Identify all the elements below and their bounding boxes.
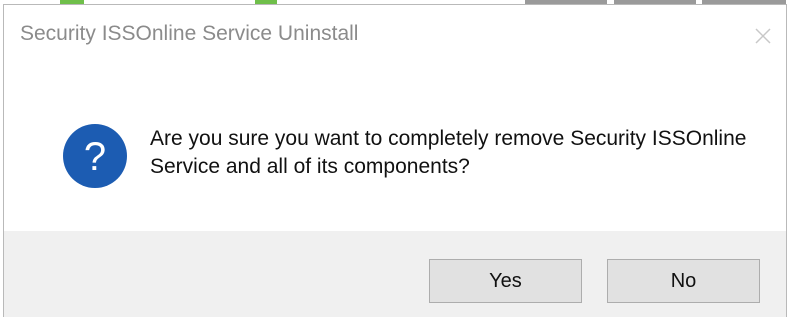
yes-button[interactable]: Yes [429,259,582,303]
question-icon: ? [62,123,128,189]
dialog-content: ? Are you sure you want to completely re… [4,63,786,226]
svg-text:?: ? [84,135,106,179]
window-title: Security ISSOnline Service Uninstall [20,22,359,45]
confirmation-message: Are you sure you want to completely remo… [150,127,747,178]
title-bar[interactable]: Security ISSOnline Service Uninstall [4,5,786,63]
close-icon[interactable] [746,19,780,53]
uninstall-confirm-dialog: Security ISSOnline Service Uninstall ? A… [3,4,787,317]
button-bar: Yes No [4,231,786,317]
no-button[interactable]: No [607,259,760,303]
